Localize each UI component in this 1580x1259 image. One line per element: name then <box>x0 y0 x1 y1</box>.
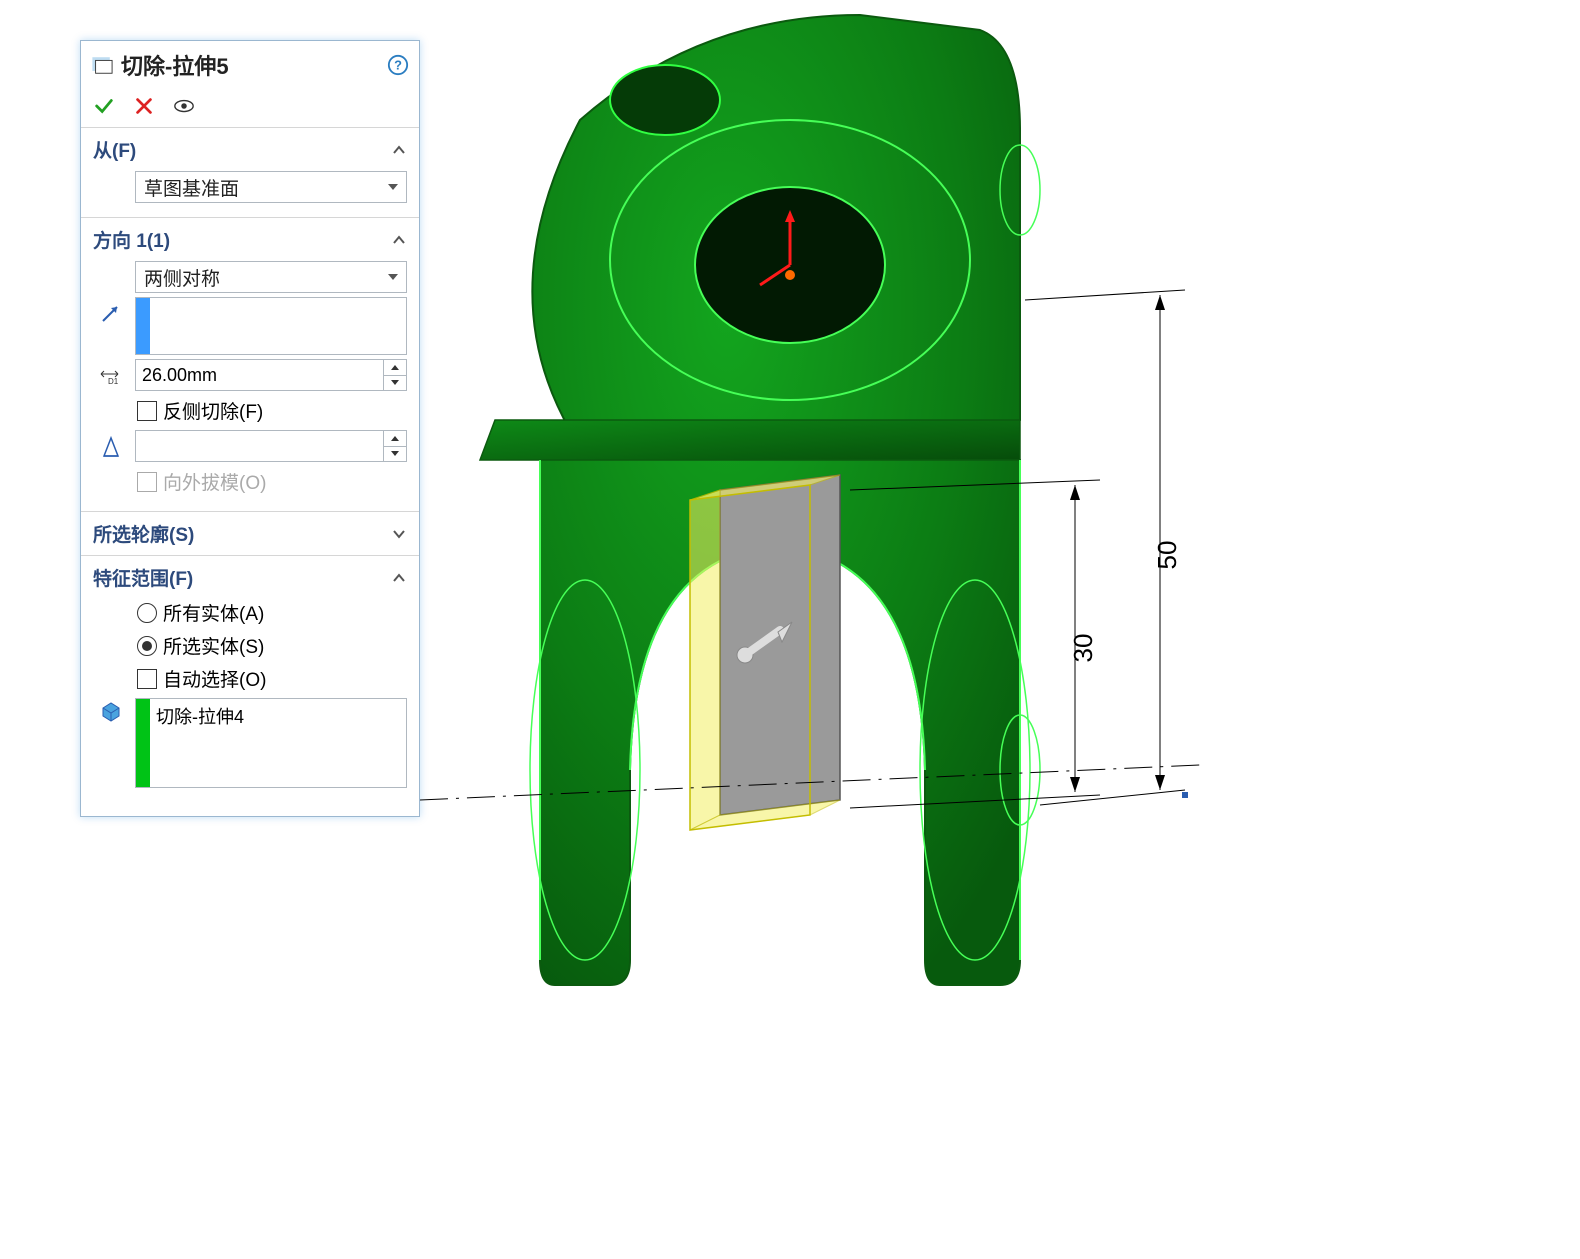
section-direction1: 方向 1(1) 两侧对称 D1 <box>81 218 419 512</box>
section-contours: 所选轮廓(S) <box>81 512 419 556</box>
end-condition-combo[interactable]: 两侧对称 <box>135 261 407 293</box>
draft-icon[interactable] <box>93 434 129 458</box>
dimension-50[interactable]: 50 <box>1025 290 1185 805</box>
scope-all-label: 所有实体(A) <box>163 599 264 626</box>
depth-spin-up[interactable] <box>384 360 406 376</box>
draft-outward-label: 向外拔模(O) <box>163 468 266 495</box>
section-scope: 特征范围(F) 所有实体(A) 所选实体(S) 自动选择(O) 切除-拉伸4 <box>81 556 419 816</box>
svg-text:?: ? <box>394 58 402 73</box>
cut-preview[interactable] <box>690 475 840 830</box>
section-header-dir1[interactable]: 方向 1(1) <box>93 226 407 253</box>
direction-selection-box[interactable] <box>135 297 407 355</box>
scope-selected-radio[interactable] <box>137 636 157 656</box>
svg-text:D1: D1 <box>108 377 119 386</box>
section-from-label: 从(F) <box>93 136 136 163</box>
chevron-down-icon <box>391 526 407 542</box>
draft-spinner[interactable] <box>135 430 407 462</box>
endpoint-marker[interactable] <box>1182 792 1188 798</box>
section-header-from[interactable]: 从(F) <box>93 136 407 163</box>
scope-selected-item: 切除-拉伸4 <box>150 699 406 787</box>
draft-outward-checkbox <box>137 472 157 492</box>
section-scope-label: 特征范围(F) <box>93 564 193 591</box>
end-condition-value: 两侧对称 <box>144 264 220 291</box>
scope-all-radio[interactable] <box>137 603 157 623</box>
ok-button[interactable] <box>93 95 115 117</box>
chevron-up-icon <box>391 142 407 158</box>
from-combo[interactable]: 草图基准面 <box>135 171 407 203</box>
depth-input[interactable] <box>136 360 383 390</box>
dim-50-text: 50 <box>1152 541 1182 570</box>
preview-toggle[interactable] <box>173 95 195 117</box>
dim-30-text: 30 <box>1068 634 1098 663</box>
section-from: 从(F) 草图基准面 <box>81 128 419 218</box>
chevron-up-icon <box>391 570 407 586</box>
scope-selected-label: 所选实体(S) <box>163 632 264 659</box>
from-combo-value: 草图基准面 <box>144 174 239 201</box>
reverse-direction-icon[interactable] <box>93 297 129 325</box>
feature-panel: 切除-拉伸5 ? 从(F) 草图基准面 方向 1(1) <box>80 40 420 817</box>
auto-select-checkbox[interactable] <box>137 669 157 689</box>
flip-cut-label: 反侧切除(F) <box>163 397 263 424</box>
section-header-contours[interactable]: 所选轮廓(S) <box>93 520 407 547</box>
scope-selection-box[interactable]: 切除-拉伸4 <box>135 698 407 788</box>
draft-input[interactable] <box>136 431 383 461</box>
auto-select-label: 自动选择(O) <box>163 665 266 692</box>
panel-title-text: 切除-拉伸5 <box>121 49 379 81</box>
viewport-3d[interactable]: 50 30 <box>420 0 1580 1259</box>
section-dir1-label: 方向 1(1) <box>93 226 170 253</box>
help-icon[interactable]: ? <box>387 54 409 76</box>
flip-cut-checkbox[interactable] <box>137 401 157 421</box>
depth-spin-down[interactable] <box>384 376 406 391</box>
cancel-button[interactable] <box>133 95 155 117</box>
chevron-up-icon <box>391 232 407 248</box>
body-icon <box>93 698 129 722</box>
section-header-scope[interactable]: 特征范围(F) <box>93 564 407 591</box>
cut-extrude-icon <box>91 54 113 76</box>
panel-title-bar: 切除-拉伸5 ? <box>81 41 419 87</box>
depth-spinner[interactable] <box>135 359 407 391</box>
section-contours-label: 所选轮廓(S) <box>93 520 194 547</box>
draft-spin-up[interactable] <box>384 431 406 447</box>
depth-icon: D1 <box>93 362 129 388</box>
draft-spin-down[interactable] <box>384 447 406 462</box>
panel-actions <box>81 87 419 128</box>
